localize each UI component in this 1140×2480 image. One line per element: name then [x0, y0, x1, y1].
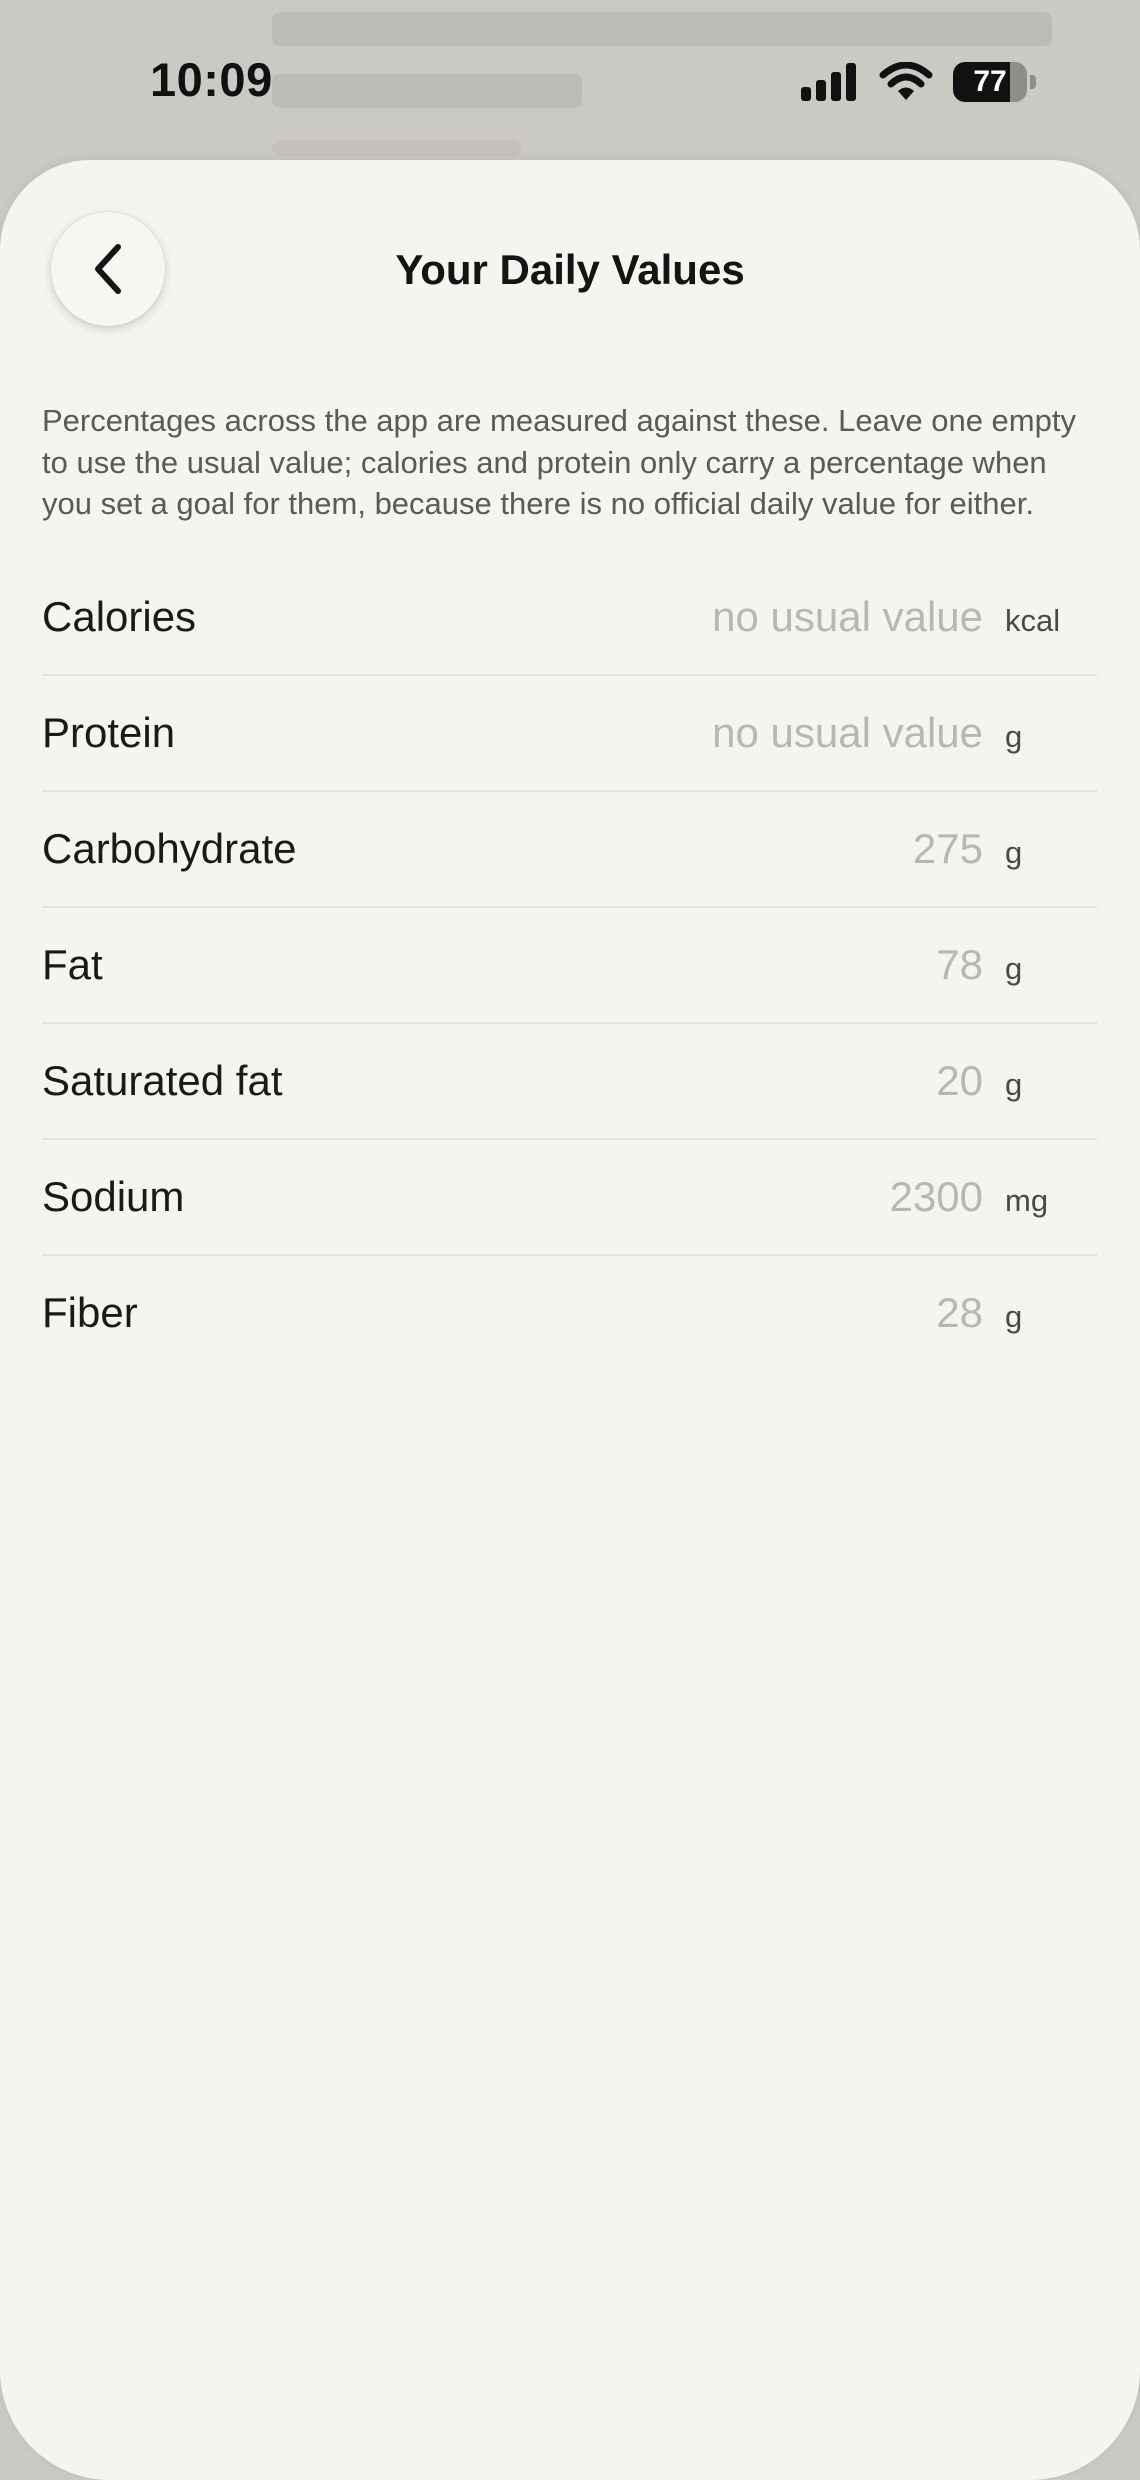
- daily-value-row-fiber: Fiber g: [42, 1256, 1097, 1370]
- sodium-input[interactable]: [463, 1173, 983, 1221]
- fat-input[interactable]: [463, 941, 983, 989]
- nutrient-label: Fiber: [42, 1289, 138, 1336]
- unit-label: g: [1005, 951, 1023, 986]
- unit-label: g: [1005, 835, 1023, 870]
- nutrient-label: Carbohydrate: [42, 825, 297, 872]
- battery-icon: 77: [953, 62, 1027, 102]
- fiber-input[interactable]: [463, 1289, 983, 1337]
- unit-label: g: [1005, 1299, 1023, 1334]
- daily-values-list: Calories kcal Protein g Carbohydrate g F…: [42, 560, 1097, 1370]
- protein-input[interactable]: [463, 709, 983, 757]
- daily-value-row-fat: Fat g: [42, 908, 1097, 1024]
- daily-value-row-sodium: Sodium mg: [42, 1140, 1097, 1256]
- nutrient-label: Saturated fat: [42, 1057, 283, 1104]
- status-icons: 77: [801, 62, 1036, 102]
- daily-value-row-protein: Protein g: [42, 676, 1097, 792]
- nutrient-label: Calories: [42, 593, 197, 640]
- daily-value-row-carbohydrate: Carbohydrate g: [42, 792, 1097, 908]
- unit-label: g: [1005, 719, 1023, 754]
- status-time: 10:09: [150, 53, 273, 106]
- battery-cap: [1030, 75, 1036, 89]
- wifi-icon: [879, 62, 933, 100]
- unit-label: g: [1005, 1067, 1023, 1102]
- page-title: Your Daily Values: [395, 246, 745, 293]
- daily-value-row-calories: Calories kcal: [42, 560, 1097, 676]
- carbohydrate-input[interactable]: [463, 825, 983, 873]
- battery-level: 77: [973, 65, 1007, 98]
- unit-label: kcal: [1005, 603, 1061, 638]
- nutrient-label: Sodium: [42, 1173, 185, 1220]
- daily-value-row-saturated-fat: Saturated fat g: [42, 1024, 1097, 1140]
- description-text: Percentages across the app are measured …: [42, 403, 1076, 521]
- unit-label: mg: [1005, 1183, 1049, 1218]
- nutrient-label: Fat: [42, 941, 103, 988]
- daily-values-sheet: Your Daily Values Percentages across the…: [0, 160, 1140, 2480]
- nutrient-label: Protein: [42, 709, 176, 756]
- cellular-signal-icon: [801, 63, 856, 101]
- status-bar: 10:09 77: [0, 0, 1140, 150]
- saturated-fat-input[interactable]: [463, 1057, 983, 1105]
- calories-input[interactable]: [463, 593, 983, 641]
